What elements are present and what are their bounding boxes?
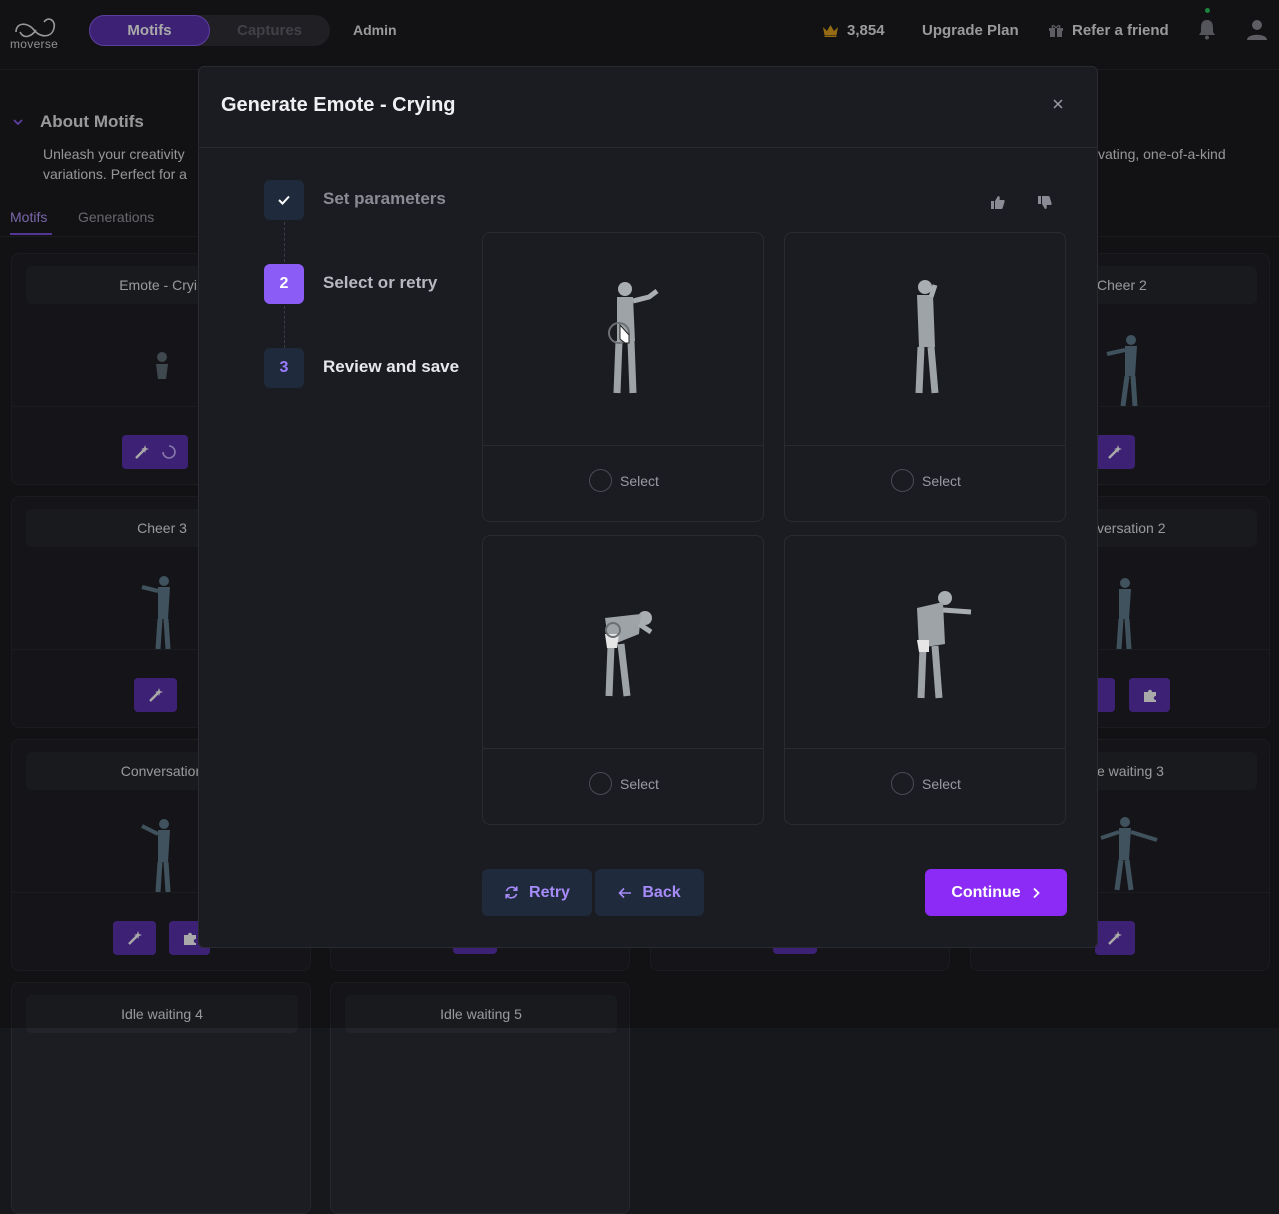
step-2-badge: 2 [264,264,304,304]
modal-title: Generate Emote - Crying [221,94,456,116]
select-option-1[interactable]: Select [589,469,659,492]
select-radio[interactable] [891,772,914,795]
step-connector [284,306,285,348]
close-icon[interactable] [1051,97,1065,111]
arrow-left-icon [618,887,632,898]
option-divider [483,445,763,446]
select-label: Select [922,472,961,489]
back-label: Back [642,883,681,901]
generation-option-2[interactable]: Select [784,232,1066,522]
select-radio[interactable] [589,772,612,795]
chevron-right-icon [1033,887,1040,898]
step-connector [284,222,285,262]
step-3-badge: 3 [264,348,304,388]
step-1-badge [264,180,304,220]
option-divider [483,748,763,749]
figure-preview-icon [608,282,659,394]
retry-label: Retry [529,883,570,901]
generation-option-1[interactable]: Select [482,232,764,522]
retry-button[interactable]: Retry [482,869,592,916]
step-3-label: Review and save [323,357,460,376]
step-1-label: Set parameters [323,189,446,208]
select-radio[interactable] [891,469,914,492]
thumbs-down-icon[interactable] [1037,195,1052,210]
thumbs-up-icon[interactable] [990,195,1005,210]
continue-label: Continue [951,883,1021,901]
figure-preview-icon [917,591,972,699]
option-divider [785,445,1065,446]
select-option-3[interactable]: Select [589,772,659,795]
checkmark-icon [278,195,290,205]
continue-button[interactable]: Continue [925,869,1067,916]
option-divider [785,748,1065,749]
refresh-icon [505,886,518,899]
select-option-4[interactable]: Select [891,772,961,795]
modal-header-divider [199,147,1097,148]
select-radio[interactable] [589,469,612,492]
figure-preview-icon [605,611,653,697]
generation-option-3[interactable]: Select [482,535,764,825]
back-button[interactable]: Back [595,869,704,916]
select-label: Select [922,775,961,792]
figure-preview-icon [915,280,939,394]
generate-emote-modal: Generate Emote - Crying Set parameters 2… [198,66,1098,948]
generation-option-4[interactable]: Select [784,535,1066,825]
select-option-2[interactable]: Select [891,469,961,492]
step-2-label: Select or retry [323,273,438,292]
select-label: Select [620,775,659,792]
select-label: Select [620,472,659,489]
